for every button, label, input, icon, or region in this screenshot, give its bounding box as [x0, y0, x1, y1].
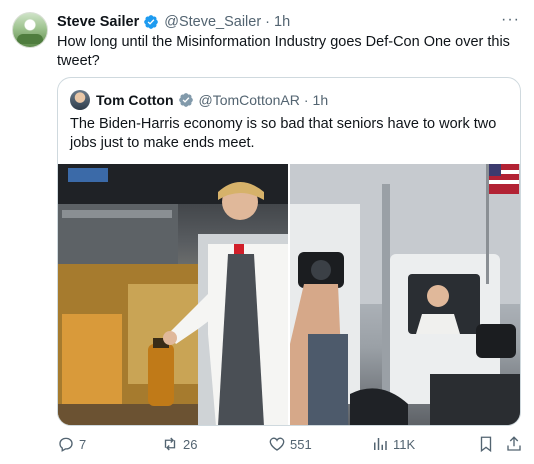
quoted-author-name: Tom Cotton	[96, 92, 174, 108]
verified-badge-icon	[144, 15, 159, 29]
quoted-author-handle: @TomCottonAR	[198, 92, 300, 108]
quoted-verified-badge-icon	[178, 93, 193, 107]
quoted-tweet-text: The Biden-Harris economy is so bad that …	[70, 116, 497, 151]
tweet-header: Steve Sailer @Steve_Sailer · 1h	[57, 12, 290, 32]
tweet-timestamp[interactable]: 1h	[274, 14, 290, 30]
author-name[interactable]: Steve Sailer	[57, 14, 139, 30]
bookmark-button[interactable]	[477, 434, 499, 454]
more-options-icon[interactable]: ···	[501, 11, 520, 29]
view-count: 11K	[393, 436, 416, 452]
repost-button[interactable]: 26	[161, 434, 197, 454]
like-count: 551	[290, 436, 312, 452]
tweet-actions: 7 26 551 11K	[57, 434, 523, 454]
views-button[interactable]: 11K	[371, 434, 415, 454]
like-button[interactable]: 551	[268, 434, 312, 454]
fast-food-fryer-photo[interactable]	[58, 164, 288, 425]
separator-dot: ·	[265, 14, 271, 30]
quoted-timestamp: 1h	[312, 92, 329, 108]
reply-icon	[59, 437, 73, 452]
reply-button[interactable]: 7	[57, 434, 86, 454]
share-button[interactable]	[505, 434, 527, 454]
repost-icon	[164, 437, 176, 451]
garbage-truck-press-photo[interactable]	[290, 164, 520, 425]
views-chart-icon	[374, 438, 387, 450]
fryer-photo-illustration	[58, 164, 288, 425]
bookmark-icon	[480, 436, 492, 453]
tweet: Steve Sailer @Steve_Sailer · 1h ··· How …	[0, 0, 534, 464]
tweet-text: How long until the Misinformation Indust…	[57, 34, 510, 69]
share-icon	[507, 436, 521, 451]
truck-photo-illustration	[290, 164, 520, 425]
author-handle[interactable]: @Steve_Sailer	[164, 14, 261, 30]
author-avatar[interactable]	[12, 12, 48, 48]
quoted-author-avatar	[70, 90, 90, 110]
repost-count: 26	[183, 436, 198, 452]
heart-icon	[269, 437, 285, 451]
reply-count: 7	[79, 436, 87, 452]
quoted-separator-dot: ·	[303, 92, 309, 108]
photo-grid	[58, 164, 520, 425]
quoted-tweet-header: Tom Cotton @TomCottonAR · 1h	[70, 90, 328, 110]
quoted-tweet[interactable]: Tom Cotton @TomCottonAR · 1h The Biden-H…	[57, 77, 521, 426]
